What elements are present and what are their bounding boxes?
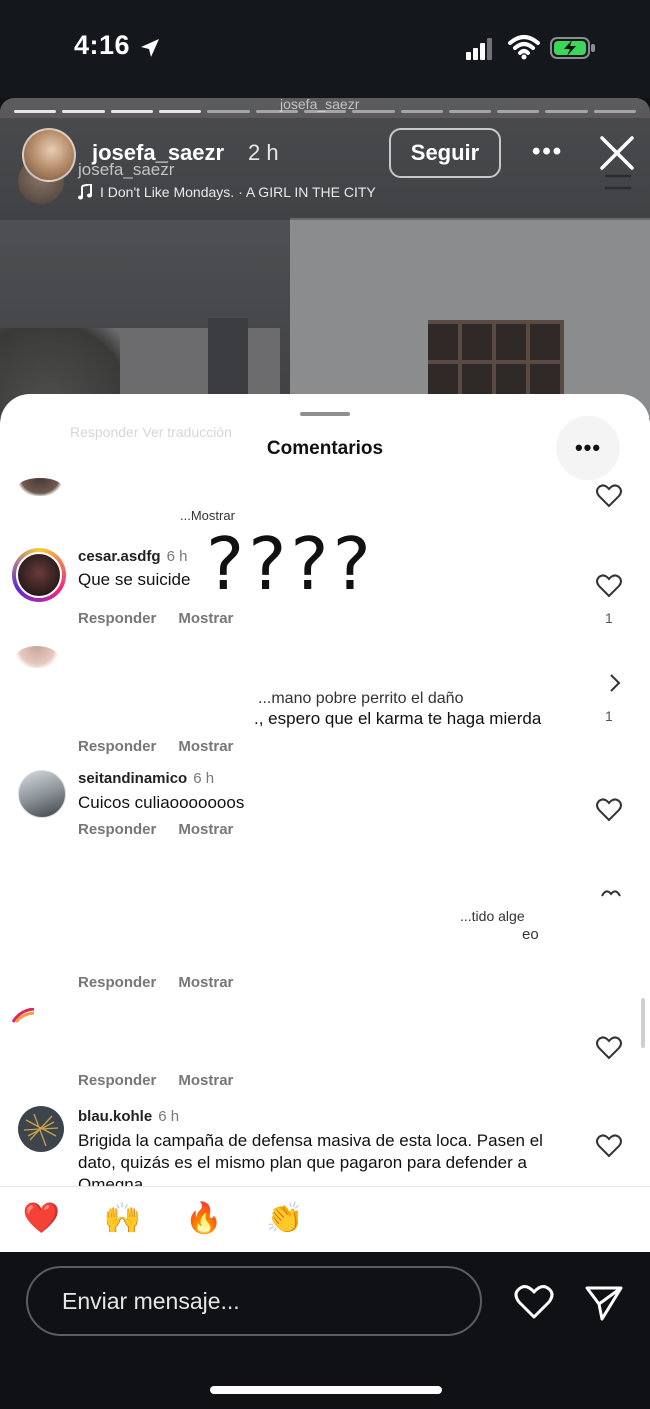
reply-button[interactable]: Responder	[78, 738, 156, 755]
comment-text-fragment: ...mano pobre perrito el daño	[258, 690, 464, 707]
comments-title: Comentarios	[266, 438, 384, 459]
like-heart-icon[interactable]	[600, 888, 622, 902]
message-input[interactable]: Enviar mensaje...	[26, 1266, 482, 1336]
story-avatar[interactable]	[22, 128, 76, 182]
story-username-ghost: josefa_saezr	[78, 160, 175, 179]
comment-username[interactable]: seitandinamico 6 h	[78, 770, 214, 787]
laughing-emoji[interactable]: 😂	[591, 1201, 626, 1237]
story-progress-segment	[448, 110, 492, 113]
comment-username[interactable]: cesar.asdfg 6 h	[78, 548, 187, 565]
like-heart-icon[interactable]	[596, 484, 622, 508]
scrollbar[interactable]	[641, 998, 645, 1048]
reply-button[interactable]: Responder	[78, 610, 156, 627]
heart-emoji[interactable]: ❤️	[23, 1201, 60, 1237]
show-button[interactable]: Mostrar	[178, 821, 233, 838]
show-button[interactable]: Mostrar	[178, 974, 233, 991]
like-heart-icon[interactable]	[514, 1284, 554, 1320]
heart-eyes-emoji[interactable]: 😍	[429, 1201, 460, 1237]
story-progress-segment	[62, 110, 105, 113]
surprised-emoji[interactable]: 😮	[510, 1201, 541, 1237]
story-progress-segment	[158, 110, 202, 113]
battery-charging-icon	[550, 37, 595, 59]
comment-actions: Responder Mostrar	[78, 610, 255, 627]
comment-actions: Responder Mostrar	[78, 821, 255, 838]
chevron-right-icon[interactable]	[608, 672, 622, 694]
reply-button[interactable]: Responder	[78, 974, 156, 991]
story-progress-segment	[545, 110, 588, 113]
clapping-emoji[interactable]: 👏	[266, 1201, 303, 1237]
comment-text-fragment: ...tido alge	[460, 908, 525, 924]
close-icon[interactable]	[598, 134, 636, 172]
show-button[interactable]: Mostrar	[178, 610, 233, 627]
music-attribution[interactable]: I Don't Like Mondays. · A GIRL IN THE CI…	[78, 184, 376, 200]
avatar[interactable]	[18, 770, 66, 818]
story-time: 2 h	[248, 140, 279, 165]
send-icon[interactable]	[584, 1284, 624, 1322]
comment-text: Que se suicide	[78, 570, 191, 589]
cellular-signal-icon	[466, 38, 492, 60]
show-button[interactable]: Mostrar	[178, 1072, 233, 1089]
show-button[interactable]: Mostrar	[178, 738, 233, 755]
avatar[interactable]	[18, 478, 62, 496]
reply-button[interactable]: Responder	[78, 1072, 156, 1089]
more-options-icon[interactable]: •••	[532, 138, 563, 166]
story-progress-segment	[14, 110, 57, 113]
ghost-username: josefa_saezr	[280, 96, 360, 112]
sheet-drag-handle[interactable]	[300, 412, 350, 416]
like-heart-icon[interactable]	[596, 1134, 622, 1158]
comments-more-icon[interactable]: •••	[556, 416, 620, 480]
crying-emoji[interactable]: 😢	[348, 1201, 379, 1237]
comment-text-fragment: eo	[522, 926, 539, 943]
story-progress-segment	[207, 110, 250, 113]
raised-hands-emoji[interactable]: 🙌	[104, 1201, 141, 1237]
fire-emoji[interactable]: 🔥	[185, 1201, 222, 1237]
avatar[interactable]	[12, 1008, 36, 1024]
reply-button[interactable]: Responder	[78, 821, 156, 838]
comment-actions: Responder Mostrar	[78, 1072, 255, 1089]
like-heart-icon[interactable]	[596, 798, 622, 822]
story-progress-segment	[593, 110, 637, 113]
comments-sheet: Responder Ver traducción Comentarios •••…	[0, 394, 650, 1252]
reaction-emoji-bar: ❤️ 🙌 🔥 👏 😢 😍 😮 😂	[0, 1186, 650, 1253]
like-count: 1	[605, 610, 613, 626]
comment-actions: Responder Mostrar	[78, 974, 255, 991]
music-label: I Don't Like Mondays. · A GIRL IN THE CI…	[100, 184, 376, 200]
avatar-story-ring[interactable]	[12, 548, 66, 602]
comment-text: ., espero que el karma te haga mierda	[254, 709, 542, 728]
story-progress-segment	[497, 110, 540, 113]
like-count: 1	[605, 708, 613, 724]
status-time: 4:16	[74, 30, 131, 60]
avatar[interactable]	[18, 1106, 64, 1152]
like-heart-icon[interactable]	[596, 1036, 622, 1060]
comment-text: Cuicos culiaooooooos	[78, 793, 245, 812]
home-indicator	[210, 1386, 442, 1394]
wifi-icon	[508, 35, 540, 60]
comment-username[interactable]: blau.kohle 6 h	[78, 1108, 179, 1125]
overlay-question-marks: ????	[206, 522, 375, 606]
location-arrow-icon	[141, 39, 159, 57]
like-heart-icon[interactable]	[596, 574, 622, 598]
story-progress-segment	[400, 110, 443, 113]
menu-icon	[604, 174, 632, 190]
cutoff-text: ...Mostrar	[180, 508, 235, 523]
music-note-icon	[78, 184, 92, 200]
avatar[interactable]	[16, 646, 58, 668]
story-progress-segment	[110, 110, 153, 113]
follow-button[interactable]: Seguir	[389, 128, 501, 178]
comment-actions: Responder Mostrar	[78, 738, 255, 755]
